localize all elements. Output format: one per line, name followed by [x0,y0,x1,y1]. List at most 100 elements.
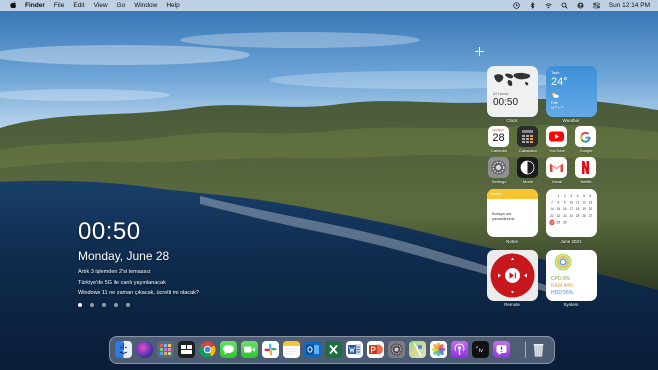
menu-help[interactable]: Help [166,2,179,9]
apple-tv-dock-icon[interactable]: tv [472,341,489,358]
system-widget[interactable]: CPU 8% RAM 44% HDD 55% [546,250,597,301]
gmail-app-icon[interactable] [546,157,567,178]
calendar-day[interactable]: 6 [590,194,592,198]
netflix-app-icon[interactable] [575,157,596,178]
chrome-dock-icon[interactable] [199,341,216,358]
menu-edit[interactable]: Edit [73,2,84,9]
calendar-day[interactable]: 21 [550,214,554,218]
calendar-day[interactable]: 14 [550,207,554,211]
calendar-app-label: Calendar [490,148,508,153]
wifi-icon[interactable] [545,2,552,9]
weather-range: H:*° L:*° [551,106,564,110]
calendar-day[interactable]: 20 [589,207,593,211]
weather-widget[interactable]: Tash 24° Fair H:*° L:*° [546,66,597,117]
calendar-day[interactable]: 9 [564,201,566,205]
menu-window[interactable]: Window [134,2,157,9]
calendar-day[interactable]: 16 [563,207,567,211]
calendar-day[interactable]: 4 [577,194,579,198]
calendar-day[interactable]: 25 [576,214,580,218]
google-app-icon[interactable] [575,126,596,147]
photos-dock-icon[interactable] [430,341,447,358]
calendar-day[interactable]: 27 [589,214,593,218]
notes-body: Buraya not yazabilirsiniz [492,211,515,221]
messages-dock-icon[interactable] [220,341,237,358]
launchpad-dock-icon[interactable] [157,341,174,358]
mission-control-dock-icon[interactable] [178,341,195,358]
pagination-dot[interactable] [78,303,82,307]
youtube-app-icon[interactable] [546,126,567,147]
system-cpu: CPU 8% [551,276,571,282]
calendar-day[interactable]: 29 [557,220,561,224]
feedback-dock-icon[interactable] [493,341,510,358]
calendar-day[interactable]: 28 [550,220,554,224]
search-icon[interactable] [561,2,568,9]
news-pagination [78,303,130,307]
calendar-widget-label: June 2021 [560,239,582,244]
calendar-day[interactable]: 24 [569,214,573,218]
trash-dock-icon[interactable] [530,341,547,358]
calendar-day[interactable]: 1 [558,194,560,198]
calendar-day[interactable]: 2 [564,194,566,198]
apple-menu-icon[interactable] [9,0,17,11]
calendar-day[interactable]: 11 [576,201,580,205]
calendar-day[interactable]: 19 [582,207,586,211]
finder-dock-icon[interactable] [115,341,132,358]
word-dock-icon[interactable] [346,341,363,358]
siri-dock-icon[interactable] [136,341,153,358]
settings-app-icon[interactable] [488,157,509,178]
facetime-dock-icon[interactable] [241,341,258,358]
settings-app-label: Settings [491,179,507,184]
mode-app-icon[interactable] [517,157,538,178]
news-item[interactable]: Türkiye'de 5G ile canlı yayınlanacak [78,280,166,286]
slack-dock-icon[interactable] [262,341,279,358]
calendar-day[interactable]: 7 [551,201,553,205]
news-item[interactable]: Windows 11 ne zaman çıkacak, ücretli mi … [78,290,199,296]
excel-dock-icon[interactable] [325,341,342,358]
menu-go[interactable]: Go [117,2,126,9]
podcasts-dock-icon[interactable] [451,341,468,358]
user-account-icon[interactable] [577,2,584,9]
maps-dock-icon[interactable] [409,341,426,358]
control-center-icon[interactable] [592,2,600,9]
bluetooth-icon[interactable] [529,1,536,10]
menu-view[interactable]: View [94,2,108,9]
calendar-day[interactable]: 23 [563,214,567,218]
calendar-day[interactable]: 18 [576,207,580,211]
menu-file[interactable]: File [54,2,64,9]
notes-dock-icon[interactable] [283,341,300,358]
notes-widget[interactable]: Notes Buraya not yazabilirsiniz [487,189,538,237]
calendar-widget[interactable]: 1 2 3 4 5 6 7 8 9 10 11 12 13 14 15 16 17 18 19 20 21 22 23 24 2… [546,189,597,237]
desktop-wallpaper [0,0,658,370]
calendar-day[interactable]: 8 [558,201,560,205]
news-item[interactable]: Artık 3 işlemden 2'si temassız [78,269,151,275]
pagination-dot[interactable] [114,303,118,307]
calendar-day[interactable]: 12 [582,201,586,205]
gmail-app-label: Gmail [551,179,563,184]
remote-widget-label: Remote [504,302,520,307]
menubar-clock[interactable]: Sun 12:14 PM [609,2,650,9]
outlook-dock-icon[interactable] [304,341,321,358]
menu-app-finder[interactable]: Finder [25,2,45,9]
pagination-dot[interactable] [90,303,94,307]
calculator-app-icon[interactable] [517,126,538,147]
pagination-dot[interactable] [102,303,106,307]
remote-widget[interactable] [487,250,538,301]
calendar-day[interactable]: 5 [583,194,585,198]
calendar-day[interactable]: 26 [582,214,586,218]
calendar-day[interactable]: 22 [557,214,561,218]
calendar-day[interactable]: 10 [569,201,573,205]
clock-widget[interactable]: At Home 00:50 [487,66,538,117]
calendar-day[interactable]: 15 [557,207,561,211]
calendar-day[interactable]: 30 [563,220,567,224]
system-preferences-dock-icon[interactable] [388,341,405,358]
weather-city: Tash [551,70,560,75]
calendar-day[interactable]: 13 [589,201,593,205]
calendar-day[interactable]: 3 [570,194,572,198]
powerpoint-dock-icon[interactable] [367,341,384,358]
time-machine-icon[interactable] [513,2,520,9]
dock: tv [109,336,555,364]
calendar-app-icon[interactable]: MONDAY 28 [488,126,509,147]
pagination-dot[interactable] [126,303,130,307]
partly-cloudy-icon [552,92,559,98]
calendar-day[interactable]: 17 [569,207,573,211]
